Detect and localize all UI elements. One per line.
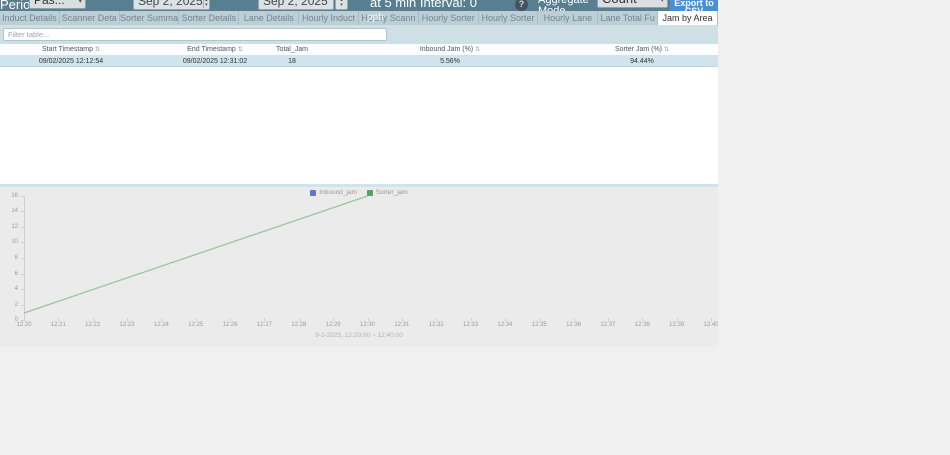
table-cell: 94.44% (630, 58, 654, 65)
chevron-down-icon: ▾ (660, 0, 664, 6)
chart-series-layer (0, 187, 718, 347)
filter-panel (0, 25, 718, 44)
export-csv-button[interactable]: Export to CSV (670, 0, 718, 11)
tab-hourly-sorter[interactable]: Hourly Sorter (479, 11, 539, 25)
tab-bar: Induct DetailsScanner DetaSorter SummaSo… (0, 11, 718, 25)
tab-scanner-deta[interactable]: Scanner Deta (60, 11, 120, 25)
tab-hourly-lane[interactable]: Hourly Lane (538, 11, 598, 25)
tab-induct-details[interactable]: Induct Details (0, 11, 60, 25)
tab-lane-details[interactable]: Lane Details (239, 11, 299, 25)
tab-sorter-details[interactable]: Sorter Details (179, 11, 239, 25)
filter-input[interactable] (3, 28, 387, 41)
table-cell: 09/02/2025 12:12:54 (39, 58, 103, 65)
aggregate-mode-select[interactable]: Count ▾ (597, 0, 668, 8)
start-date-input[interactable]: Sep 2, 2025 ▴▾ (133, 0, 210, 10)
date-spinner-icon[interactable]: ▴▾ (203, 0, 209, 8)
chevron-down-icon: ▾ (78, 0, 82, 7)
series-line-sorter_jam (24, 196, 368, 313)
column-header-sorter-jam-[interactable]: Sorter Jam (%)⇅ (615, 46, 669, 53)
pph-overlay-text: pph (367, 12, 384, 23)
table-cell: 09/02/2025 12:31:02 (183, 58, 247, 65)
app-window: Period Pas... ▾ Start Date Sep 2, 2025 ▴… (0, 0, 950, 455)
column-header-inbound-jam-[interactable]: Inbound Jam (%)⇅ (420, 46, 480, 53)
sort-icon[interactable]: ⇅ (95, 47, 100, 53)
table-header: Start Timestamp⇅ End Timestamp⇅ Total_Jam I… (0, 44, 718, 55)
interval-text: at 5 min Interval: 0 (370, 0, 477, 10)
aggregate-mode-label: Aggregate Mode (538, 0, 589, 11)
table-cell: 18 (288, 58, 296, 65)
sort-icon[interactable]: ⇅ (238, 47, 243, 53)
period-select[interactable]: Pas... ▾ (29, 0, 86, 9)
end-date-spinner[interactable]: ▴▾ (335, 0, 348, 10)
tab-sorter-summa[interactable]: Sorter Summa (120, 11, 180, 25)
tab-hourly-sorter[interactable]: Hourly Sorter (419, 11, 479, 25)
tab-jam-by-area[interactable]: Jam by Area (658, 11, 718, 25)
end-date-value: Sep 2, 2025 (263, 0, 328, 8)
help-icon[interactable]: ? (515, 0, 528, 11)
column-header-end-timestamp[interactable]: End Timestamp⇅ (187, 46, 243, 53)
table-body-empty (0, 67, 718, 184)
column-header-start-timestamp[interactable]: Start Timestamp⇅ (42, 46, 100, 53)
sort-icon[interactable]: ⇅ (475, 47, 480, 53)
column-header-total-jam[interactable]: Total_Jam (276, 46, 308, 53)
aggregate-mode-value: Count (602, 0, 637, 6)
table-cell: 5.56% (440, 58, 460, 65)
tab-hourly-induct[interactable]: Hourly Induct (299, 11, 359, 25)
period-select-value: Pas... (34, 0, 65, 7)
start-date-value: Sep 2, 2025 (138, 0, 203, 8)
toolbar: Period Pas... ▾ Start Date Sep 2, 2025 ▴… (0, 0, 718, 11)
table-row: 09/02/2025 12:12:54 09/02/2025 12:31:02 18… (0, 55, 718, 67)
jam-line-chart: Inbound_jamSorter_jam 9-2-2025, 12:20:00… (0, 187, 718, 347)
end-date-input[interactable]: Sep 2, 2025 (258, 0, 334, 10)
sort-icon[interactable]: ⇅ (664, 47, 669, 53)
tab-lane-total-fu[interactable]: Lane Total Fu (598, 11, 658, 25)
